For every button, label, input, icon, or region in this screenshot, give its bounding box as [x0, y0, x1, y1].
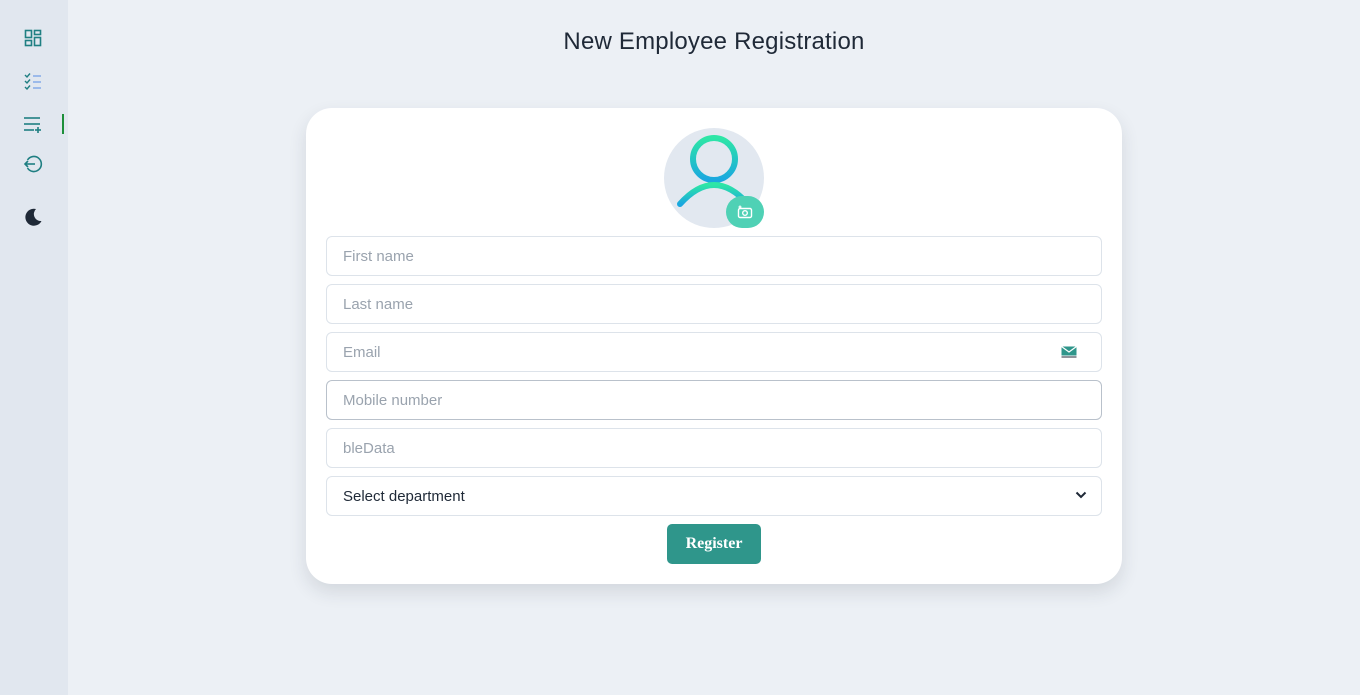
registration-card: Select department Register	[306, 108, 1122, 584]
active-indicator	[62, 114, 64, 134]
dark-mode-moon-icon[interactable]	[22, 206, 44, 228]
mobile-number-input[interactable]	[327, 381, 1101, 419]
sidebar	[0, 0, 68, 695]
task-list-icon[interactable]	[22, 70, 44, 92]
dashboard-icon[interactable]	[22, 27, 44, 49]
main-content: New Employee Registration First name Las…	[68, 0, 1360, 695]
first-name-input[interactable]	[327, 237, 1101, 275]
department-select-value: Select department	[343, 488, 465, 505]
mail-icon	[1061, 346, 1077, 358]
email-input[interactable]	[327, 333, 1101, 371]
first-name-field[interactable]	[326, 236, 1102, 276]
logout-icon[interactable]	[22, 153, 44, 175]
avatar-upload[interactable]	[664, 128, 764, 228]
email-field[interactable]	[326, 332, 1102, 372]
department-select[interactable]: Select department	[326, 476, 1102, 516]
extra-data-field[interactable]	[326, 428, 1102, 468]
add-list-icon[interactable]	[22, 113, 44, 135]
camera-button[interactable]	[726, 196, 764, 228]
last-name-field[interactable]	[326, 284, 1102, 324]
chevron-down-icon	[1075, 491, 1087, 499]
camera-icon	[737, 205, 753, 219]
register-button[interactable]: Register	[667, 524, 761, 564]
last-name-input[interactable]	[327, 285, 1101, 323]
extra-data-input[interactable]	[327, 429, 1101, 467]
page-title: New Employee Registration	[563, 28, 865, 55]
mobile-number-field[interactable]	[326, 380, 1102, 420]
